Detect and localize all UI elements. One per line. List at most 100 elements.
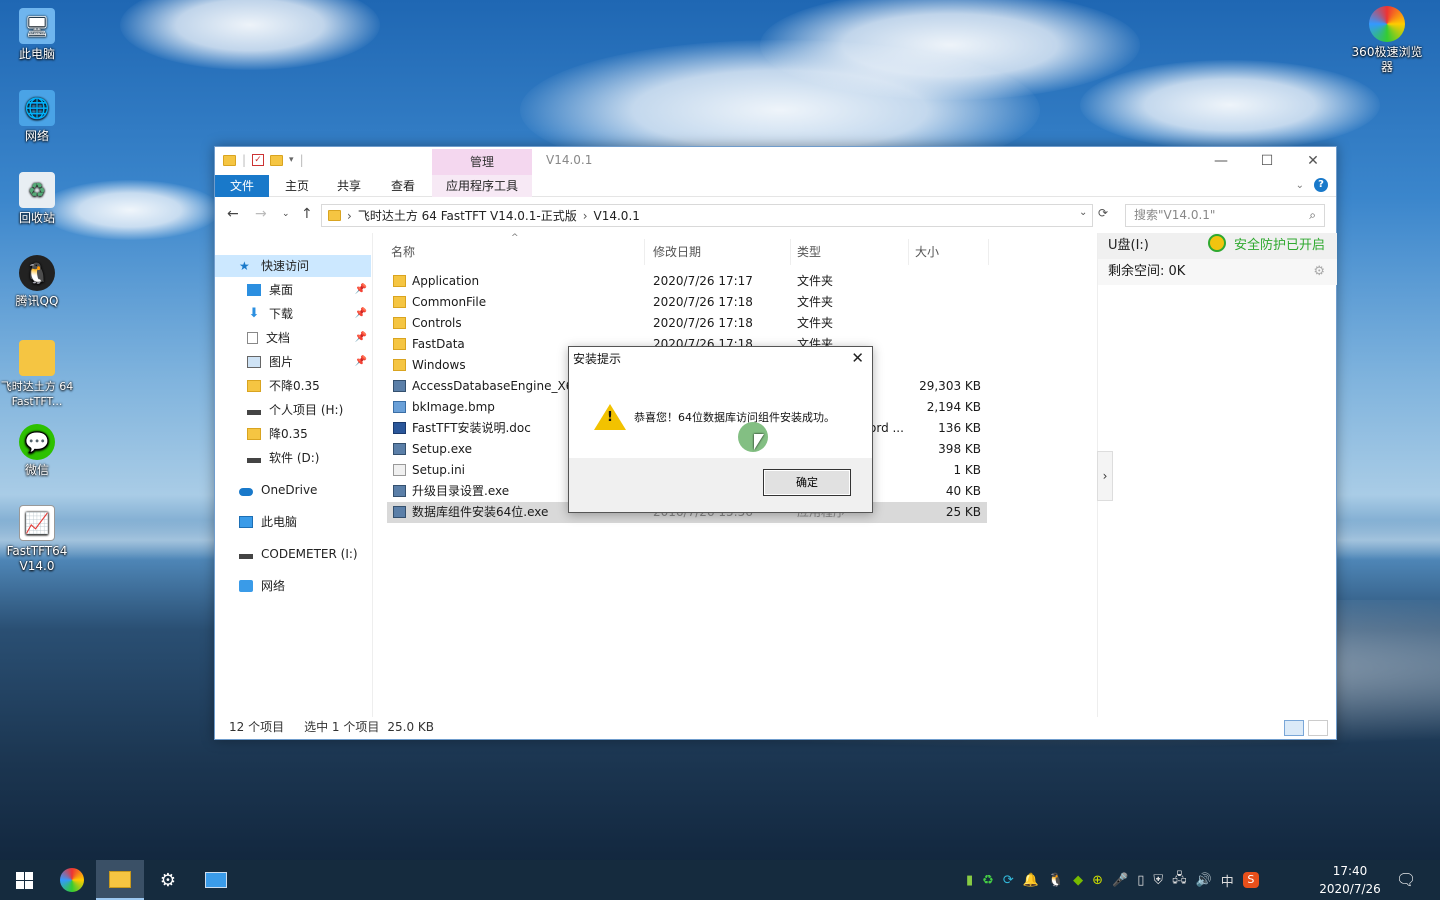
taskbar-control-panel[interactable] — [192, 860, 240, 900]
desktop-icon-network[interactable]: 🌐 网络 — [0, 90, 74, 144]
nav-item-folder-buxiang[interactable]: 不降0.35 — [215, 375, 371, 397]
dialog-close-icon[interactable]: ✕ — [851, 349, 864, 367]
nav-item-downloads[interactable]: ⬇ 下载 📌 — [215, 303, 371, 325]
file-size: 2,194 KB — [926, 400, 981, 414]
tab-file[interactable]: 文件 — [215, 175, 269, 197]
tab-share[interactable]: 共享 — [323, 175, 375, 197]
bell-icon[interactable]: 🔔 — [1023, 873, 1039, 888]
nav-item-drive-d[interactable]: 软件 (D:) — [215, 447, 371, 469]
qq-tray-icon[interactable]: 🐧 — [1048, 873, 1064, 888]
file-row-commonfile[interactable]: CommonFile 2020/7/26 17:18 文件夹 — [387, 292, 987, 313]
address-dropdown-chevron-icon[interactable]: ⌄ — [1079, 207, 1087, 218]
start-button[interactable] — [0, 860, 48, 900]
tab-home[interactable]: 主页 — [271, 175, 323, 197]
cloud-icon — [239, 487, 253, 496]
customize-toolbar-chevron-icon[interactable]: ▾ — [289, 155, 294, 165]
file-name: AccessDatabaseEngine_X64 — [393, 376, 573, 397]
desktop-icon-qq[interactable]: 🐧 腾讯QQ — [0, 255, 74, 309]
installer-icon — [393, 380, 406, 392]
nav-item-quick-access[interactable]: ★ 快速访问 — [215, 255, 371, 277]
nav-item-onedrive[interactable]: OneDrive — [215, 479, 371, 501]
folder-icon — [19, 340, 55, 376]
computer-icon — [239, 516, 253, 528]
recent-locations-chevron-icon[interactable]: ⌄ — [282, 209, 290, 219]
large-icons-view-icon[interactable] — [1308, 720, 1328, 736]
up-arrow-icon[interactable]: ↑ — [301, 206, 313, 222]
nav-item-drive-h[interactable]: 个人项目 (H:) — [215, 399, 371, 421]
tab-manage[interactable]: 管理 — [432, 149, 532, 175]
maximize-button[interactable]: ☐ — [1244, 147, 1290, 175]
desktop-icon-360-browser[interactable]: 360极速浏览器 — [1350, 6, 1424, 75]
help-icon[interactable]: ? — [1314, 178, 1328, 192]
new-folder-icon[interactable] — [270, 154, 284, 166]
ribbon-controls: ⌄ ? — [1296, 178, 1328, 192]
refresh-icon[interactable]: ⟳ — [1098, 206, 1108, 220]
network-tray-icon[interactable]: 🖧 — [1172, 869, 1187, 891]
selection-size: 25.0 KB — [387, 720, 434, 734]
drive-name: U盘(I:) — [1108, 238, 1149, 253]
desktop-icon-fasttft-folder[interactable]: 飞时达土方 64 FastTFT... — [0, 340, 74, 409]
taskbar-clock[interactable]: 17:40 2020/7/26 — [1310, 862, 1390, 898]
pin-icon[interactable]: 📌 — [355, 303, 367, 325]
forward-arrow-icon[interactable]: → — [255, 206, 267, 222]
dialog-footer: 确定 — [569, 458, 872, 512]
nvidia-icon[interactable]: ◆ — [1073, 873, 1083, 888]
speaker-icon[interactable]: 🔊 — [1196, 873, 1212, 888]
search-input[interactable]: 搜索"V14.0.1" ⌕ — [1125, 204, 1325, 227]
notification-center-icon[interactable]: 🗨 — [1396, 870, 1416, 889]
nav-item-pictures[interactable]: 图片 📌 — [215, 351, 371, 373]
nav-item-desktop[interactable]: 桌面 📌 — [215, 279, 371, 301]
taskbar-file-explorer[interactable] — [96, 860, 144, 900]
file-name: Setup.ini — [393, 460, 573, 481]
desktop-icon-fasttft-app[interactable]: 📈 FastTFT64 V14.0 — [0, 505, 74, 574]
drive-icon — [239, 553, 253, 559]
folder-icon — [247, 380, 261, 392]
desktop-icon-this-pc[interactable]: 🖥 此电脑 — [0, 8, 74, 62]
breadcrumb-segment[interactable]: V14.0.1 — [594, 209, 640, 223]
gear-icon[interactable]: ⚙ — [1313, 259, 1325, 285]
sogou-input-icon[interactable]: S — [1242, 872, 1259, 888]
taskbar-settings[interactable]: ⚙ — [144, 860, 192, 900]
column-header-size[interactable]: 大小 — [911, 239, 989, 265]
tab-application-tools[interactable]: 应用程序工具 — [432, 175, 532, 197]
pin-icon[interactable]: 📌 — [355, 327, 367, 349]
minimize-button[interactable]: — — [1198, 147, 1244, 175]
properties-icon[interactable]: ✓ — [252, 154, 265, 166]
shield-icon[interactable]: ⛨ — [1153, 873, 1163, 888]
gear-icon: ⚙ — [159, 869, 177, 891]
sync-icon[interactable]: ♻ — [982, 873, 994, 888]
nav-item-documents[interactable]: 文档 📌 — [215, 327, 371, 349]
desktop-icon-recycle-bin[interactable]: ♻ 回收站 — [0, 172, 74, 226]
microphone-icon[interactable]: 🎤 — [1112, 873, 1128, 888]
breadcrumb-segment[interactable]: 飞时达土方 64 FastTFT V14.0.1-正式版 — [358, 207, 577, 224]
installer-icon — [393, 443, 406, 455]
details-view-icon[interactable] — [1284, 720, 1304, 736]
tab-view[interactable]: 查看 — [377, 175, 429, 197]
usb-icon[interactable]: ▯ — [1137, 873, 1144, 888]
expand-ribbon-chevron-icon[interactable]: ⌄ — [1296, 180, 1304, 191]
desktop-icon-wechat[interactable]: 💬 微信 — [0, 424, 74, 478]
drive-info-pane: U盘(I:) 安全防护已开启 剩余空间: 0K ⚙ › — [1097, 233, 1337, 717]
taskbar-browser-360[interactable] — [48, 860, 96, 900]
close-button[interactable]: ✕ — [1290, 147, 1336, 175]
column-header-name[interactable]: 名称 — [387, 239, 645, 265]
nav-item-codemeter[interactable]: CODEMETER (I:) — [215, 543, 371, 565]
refresh-tray-icon[interactable]: ⟳ — [1003, 873, 1014, 888]
ok-button[interactable]: 确定 — [763, 469, 851, 496]
column-header-type[interactable]: 类型 — [793, 239, 909, 265]
pin-icon[interactable]: 📌 — [355, 279, 367, 301]
file-row-controls[interactable]: Controls 2020/7/26 17:18 文件夹 — [387, 313, 987, 334]
pane-expand-chevron-icon[interactable]: › — [1097, 451, 1113, 501]
pin-icon[interactable]: 📌 — [355, 351, 367, 373]
ime-indicator[interactable]: 中 — [1221, 871, 1234, 890]
nav-item-this-pc[interactable]: 此电脑 — [215, 511, 371, 533]
battery-icon[interactable]: ▮ — [966, 873, 973, 888]
nav-item-folder-jiang[interactable]: 降0.35 — [215, 423, 371, 445]
protection-status[interactable]: 安全防护已开启 — [1208, 233, 1325, 259]
plus-green-icon[interactable]: ⊕ — [1092, 873, 1103, 888]
file-row-application[interactable]: Application 2020/7/26 17:17 文件夹 — [387, 271, 987, 292]
address-bar[interactable]: › 飞时达土方 64 FastTFT V14.0.1-正式版 › V14.0.1 — [321, 204, 1093, 227]
back-arrow-icon[interactable]: ← — [227, 206, 239, 222]
nav-item-network[interactable]: 网络 — [215, 575, 371, 597]
column-header-date[interactable]: 修改日期 — [649, 239, 791, 265]
